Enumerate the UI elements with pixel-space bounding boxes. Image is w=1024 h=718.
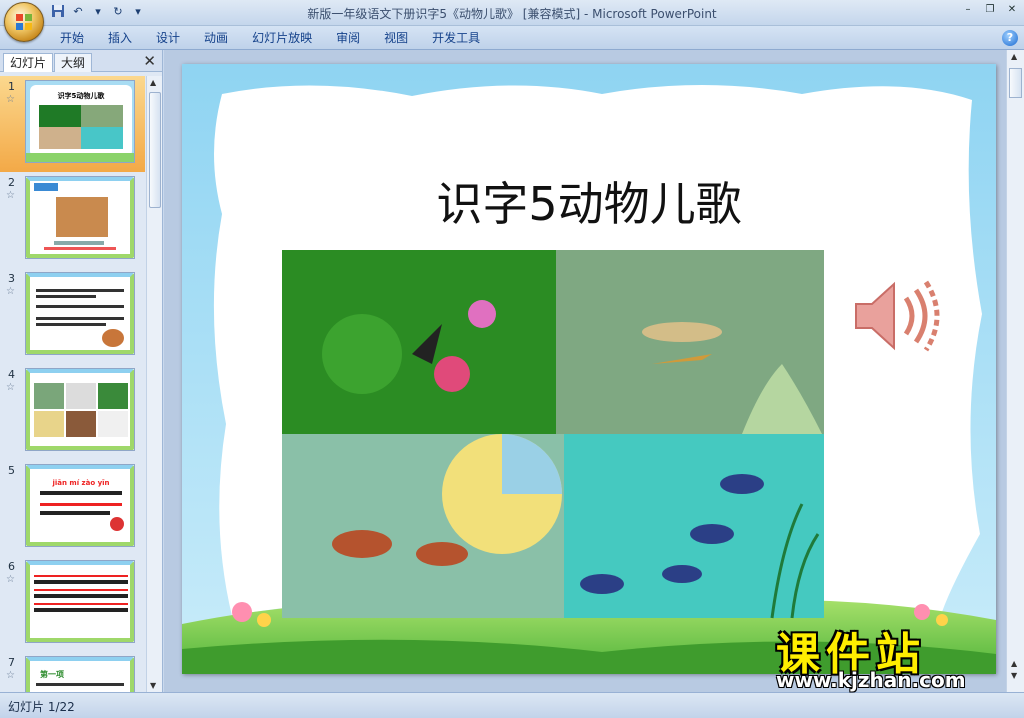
thumbnail-image: jiān mí zào yīn (25, 464, 135, 547)
watermark-url: www.kjzhan.com (776, 668, 966, 692)
slides-panel: 幻灯片 大纲 ✕ 1 ☆ 识字5动物儿歌 2 ☆ 3 ☆ 4 ☆ 5 jiān … (0, 50, 163, 692)
animation-star-icon: ☆ (6, 574, 15, 585)
tab-view[interactable]: 视图 (372, 30, 420, 46)
thumbnail-image: 第一项 (25, 656, 135, 692)
tab-outline[interactable]: 大纲 (54, 53, 93, 72)
slide-number: 6 (8, 560, 15, 573)
slide-number: 2 (8, 176, 15, 189)
slide-number: 3 (8, 272, 15, 285)
minimize-icon[interactable]: – (960, 3, 976, 17)
slide-thumbnail-5[interactable]: 5 jiān mí zào yīn (0, 460, 145, 556)
slide-number: 7 (8, 656, 15, 669)
slide-thumbnail-1[interactable]: 1 ☆ 识字5动物儿歌 (0, 76, 145, 172)
office-button[interactable] (4, 2, 44, 42)
slide-number: 4 (8, 368, 15, 381)
tab-design[interactable]: 设计 (144, 30, 192, 46)
slide-counter: 幻灯片 1/22 (8, 700, 75, 714)
slide-background (182, 64, 996, 674)
tab-insert[interactable]: 插入 (96, 30, 144, 46)
ribbon-tabs: 开始 插入 设计 动画 幻灯片放映 审阅 视图 开发工具 (48, 30, 492, 46)
slide-thumbnail-6[interactable]: 6 ☆ (0, 556, 145, 652)
tab-animation[interactable]: 动画 (192, 30, 240, 46)
window-title: 新版一年级语文下册识字5《动物儿歌》 [兼容模式] - Microsoft Po… (307, 7, 717, 21)
panel-scrollbar[interactable]: ▲ ▼ (146, 76, 162, 692)
slide-number: 1 (8, 80, 15, 93)
scroll-down-icon[interactable]: ▼ (150, 681, 156, 690)
scroll-up-icon[interactable]: ▲ (150, 78, 156, 87)
animation-star-icon: ☆ (6, 382, 15, 393)
animation-star-icon: ☆ (6, 286, 15, 297)
tab-home[interactable]: 开始 (48, 30, 96, 46)
thumbnail-image (25, 560, 135, 643)
close-icon[interactable]: ✕ (143, 52, 156, 70)
tab-slideshow[interactable]: 幻灯片放映 (240, 30, 324, 46)
thumbnail-image: 识字5动物儿歌 (25, 80, 135, 163)
window-controls: – ❐ ✕ (960, 3, 1020, 17)
office-logo-icon (16, 14, 32, 30)
title-bar: ↶ ▾ ↻ ▾ 新版一年级语文下册识字5《动物儿歌》 [兼容模式] - Micr… (0, 0, 1024, 42)
slide-title[interactable]: 识字5动物儿歌 (182, 168, 996, 234)
help-icon[interactable]: ? (1002, 30, 1018, 46)
watermark-logo: 课件站 www.kjzhan.com (776, 618, 1012, 696)
scroll-up-icon[interactable]: ▲ (1011, 52, 1017, 61)
slide-thumbnail-3[interactable]: 3 ☆ (0, 268, 145, 364)
animation-star-icon: ☆ (6, 94, 15, 105)
speaker-icon[interactable] (852, 276, 942, 356)
scrollbar-thumb[interactable] (1009, 68, 1022, 98)
slide-thumbnail-7[interactable]: 7 ☆ 第一项 (0, 652, 145, 692)
thumbnail-image (25, 272, 135, 355)
slide-canvas[interactable]: 识字5动物儿歌 (182, 64, 996, 674)
thumbnail-image (25, 176, 135, 259)
animation-star-icon: ☆ (6, 190, 15, 201)
tab-developer[interactable]: 开发工具 (420, 30, 492, 46)
slide-thumbnail-2[interactable]: 2 ☆ (0, 172, 145, 268)
close-icon[interactable]: ✕ (1004, 3, 1020, 17)
panel-tabs: 幻灯片 大纲 ✕ (0, 50, 162, 72)
slide-editor: 识字5动物儿歌 (164, 50, 1006, 692)
thumbnail-title: jiān mí zào yīn (52, 479, 110, 487)
animation-star-icon: ☆ (6, 670, 15, 681)
thumbnail-title: 识字5动物儿歌 (57, 92, 105, 100)
scrollbar-thumb[interactable] (149, 92, 161, 208)
thumbnail-title: 第一项 (40, 670, 64, 679)
restore-icon[interactable]: ❐ (982, 3, 998, 17)
slide-thumbnail-4[interactable]: 4 ☆ (0, 364, 145, 460)
tab-slides[interactable]: 幻灯片 (3, 53, 54, 72)
slide-thumbnails: 1 ☆ 识字5动物儿歌 2 ☆ 3 ☆ 4 ☆ 5 jiān mí zào yī… (0, 76, 145, 692)
slide-number: 5 (8, 464, 15, 477)
tab-review[interactable]: 审阅 (324, 30, 372, 46)
editor-scrollbar[interactable]: ▲ ▲ ▼ (1006, 50, 1024, 692)
ribbon: 开始 插入 设计 动画 幻灯片放映 审阅 视图 开发工具 ? (0, 26, 1024, 50)
thumbnail-image (25, 368, 135, 451)
